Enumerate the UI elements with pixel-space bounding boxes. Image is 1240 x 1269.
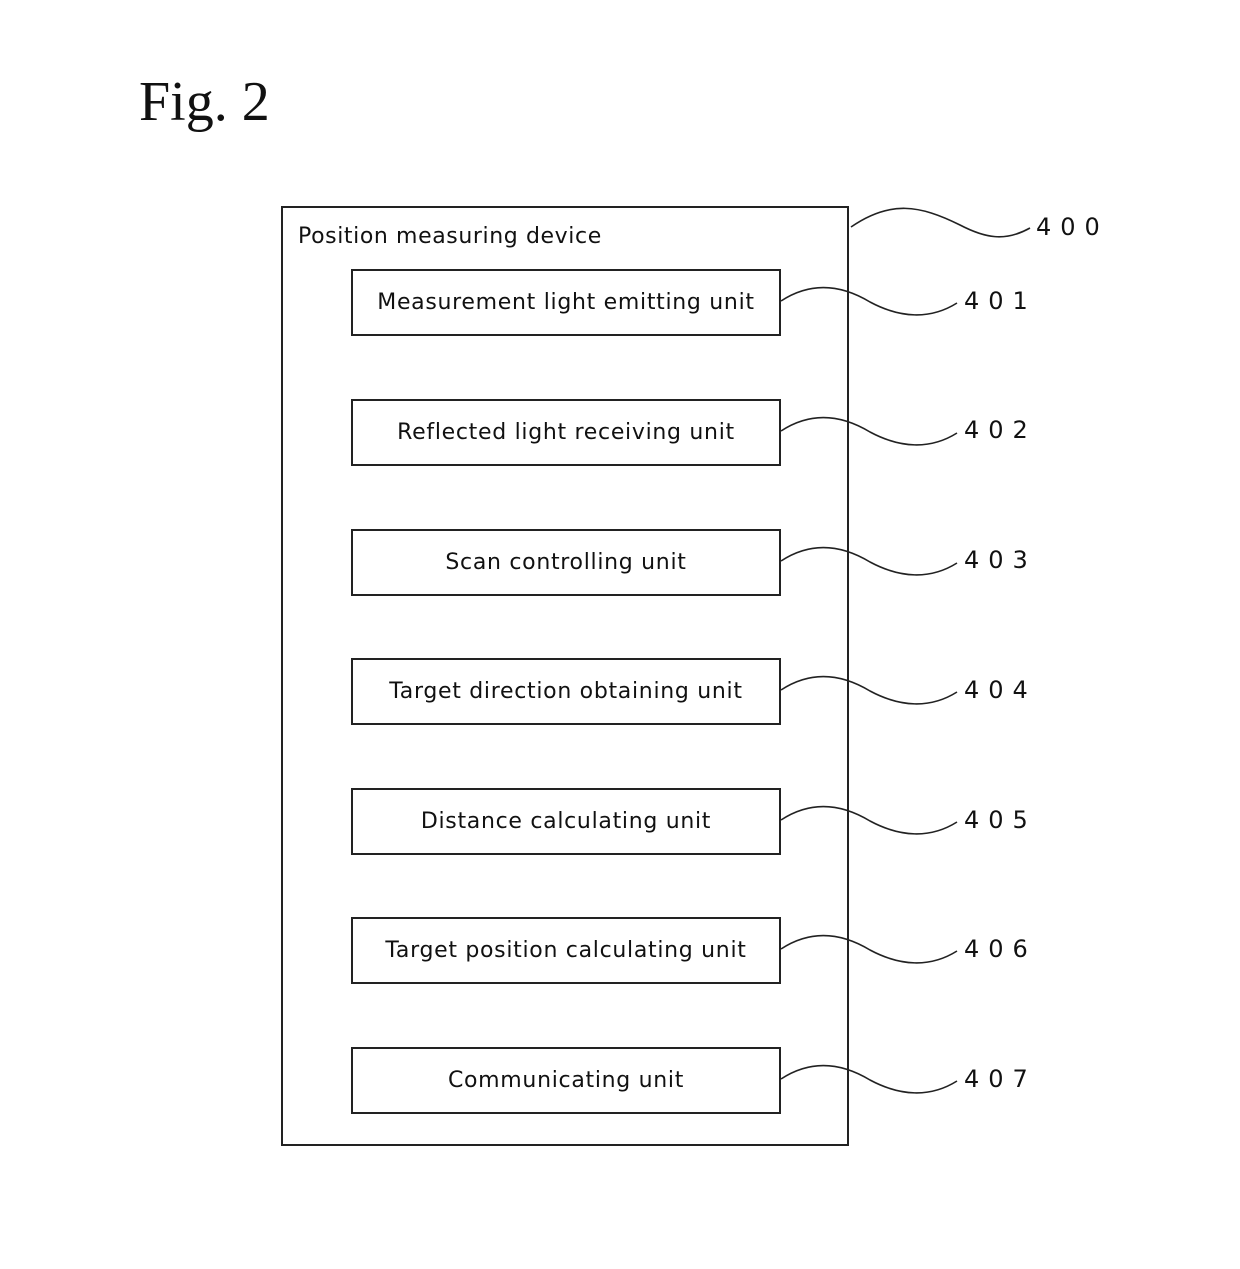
figure-title: Fig. 2 <box>139 71 270 133</box>
unit-target-position-calculating: Target position calculating unit <box>351 917 781 984</box>
ref-numeral-407: 407 <box>964 1065 1037 1093</box>
unit-distance-calculating: Distance calculating unit <box>351 788 781 855</box>
unit-target-direction-obtaining: Target direction obtaining unit <box>351 658 781 725</box>
ref-numeral-404: 404 <box>964 676 1037 704</box>
unit-communicating: Communicating unit <box>351 1047 781 1114</box>
ref-numeral-406: 406 <box>964 935 1037 963</box>
ref-numeral-402: 402 <box>964 416 1037 444</box>
ref-numeral-401: 401 <box>964 287 1037 315</box>
ref-numeral-400: 400 <box>1036 213 1109 241</box>
unit-measurement-light-emitting: Measurement light emitting unit <box>351 269 781 336</box>
leader-line-400 <box>850 207 1031 238</box>
unit-scan-controlling: Scan controlling unit <box>351 529 781 596</box>
ref-numeral-403: 403 <box>964 546 1037 574</box>
ref-numeral-405: 405 <box>964 806 1037 834</box>
unit-reflected-light-receiving: Reflected light receiving unit <box>351 399 781 466</box>
device-label: Position measuring device <box>298 224 602 249</box>
